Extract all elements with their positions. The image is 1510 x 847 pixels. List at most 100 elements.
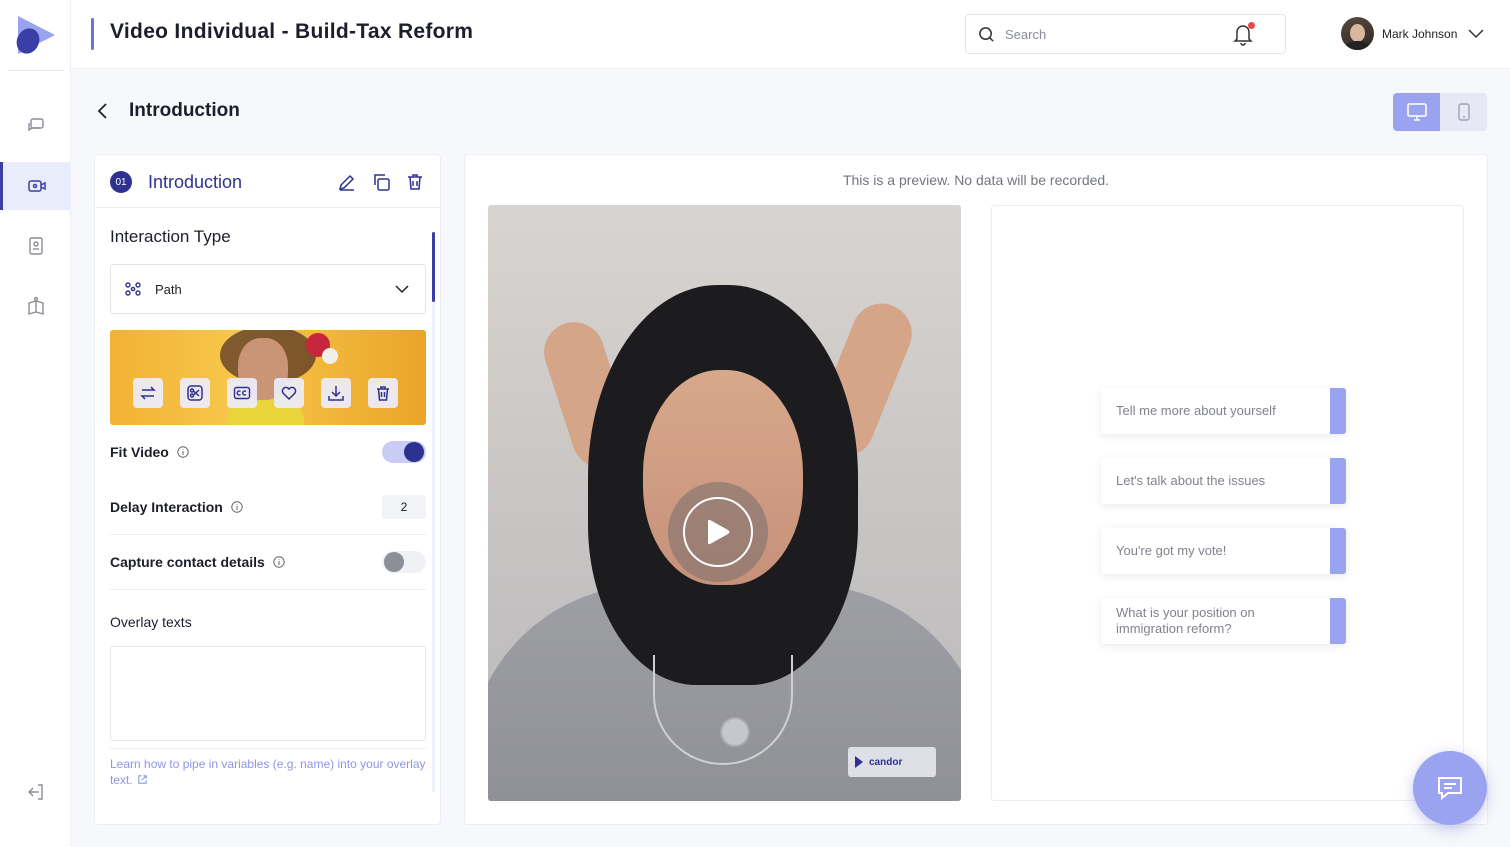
choice-button[interactable]: Tell me more about yourself xyxy=(1101,388,1346,434)
search-icon xyxy=(979,26,994,42)
logout-button[interactable] xyxy=(0,768,71,816)
title-accent-bar xyxy=(91,18,94,50)
capture-contact-label: Capture contact details xyxy=(110,554,265,570)
chevron-down-icon xyxy=(395,285,409,294)
choice-accent-bar xyxy=(1330,458,1346,504)
overlay-text-input[interactable] xyxy=(110,646,426,741)
captions-button[interactable] xyxy=(227,378,257,408)
chat-icon xyxy=(1438,777,1462,801)
sidebar-item-contacts[interactable] xyxy=(0,222,71,270)
cc-icon xyxy=(233,386,251,400)
trash-icon xyxy=(377,386,389,401)
swap-video-button[interactable] xyxy=(133,378,163,408)
capture-contact-row: Capture contact details xyxy=(110,537,426,587)
choice-text: What is your position on immigration ref… xyxy=(1116,605,1255,636)
top-bar: Video Individual - Build-Tax Reform Mark… xyxy=(71,0,1510,69)
sidebar xyxy=(0,0,71,847)
choices-area: Tell me more about yourself Let's talk a… xyxy=(991,205,1464,801)
panel-divider xyxy=(95,207,440,208)
delay-interaction-label: Delay Interaction xyxy=(110,499,223,515)
overlay-help-link[interactable]: Learn how to pipe in variables (e.g. nam… xyxy=(110,756,428,788)
pencil-icon xyxy=(338,174,355,191)
mobile-view-button[interactable] xyxy=(1440,93,1487,131)
delay-seconds-input[interactable]: 2 xyxy=(382,495,426,519)
brand-logo-icon xyxy=(855,756,863,768)
info-icon[interactable] xyxy=(231,501,243,513)
thumbnail-toolbar xyxy=(133,378,398,408)
video-player[interactable]: candor xyxy=(488,205,961,801)
heart-icon xyxy=(281,386,297,401)
interaction-type-label: Interaction Type xyxy=(110,227,231,246)
choice-accent-bar xyxy=(1330,598,1346,644)
desktop-view-button[interactable] xyxy=(1393,93,1440,131)
overlay-help-text: Learn how to pipe in variables (e.g. nam… xyxy=(110,757,426,787)
row-divider xyxy=(110,534,426,535)
trash-icon xyxy=(408,174,422,190)
notification-dot xyxy=(1248,22,1255,29)
fit-video-label: Fit Video xyxy=(110,444,169,460)
copy-icon xyxy=(374,174,390,191)
video-thumbnail[interactable] xyxy=(110,330,426,425)
duplicate-button[interactable] xyxy=(371,172,391,192)
step-title: Introduction xyxy=(148,172,243,192)
choice-button[interactable]: Let's talk about the issues xyxy=(1101,458,1346,504)
play-icon xyxy=(708,519,730,545)
step-actions xyxy=(337,172,425,192)
play-button[interactable] xyxy=(668,482,768,582)
delete-video-button[interactable] xyxy=(368,378,398,408)
support-chat-button[interactable] xyxy=(1413,751,1487,825)
row-divider xyxy=(110,748,426,749)
fit-video-toggle[interactable] xyxy=(382,441,426,463)
choice-text: Tell me more about yourself xyxy=(1116,403,1276,418)
download-icon xyxy=(328,386,344,401)
chat-bubbles-icon xyxy=(27,118,44,132)
info-icon[interactable] xyxy=(177,446,189,458)
page-title: Introduction xyxy=(129,100,240,121)
sidebar-item-videos[interactable] xyxy=(0,162,71,210)
choice-accent-bar xyxy=(1330,388,1346,434)
step-settings-panel: 01 Introduction Interaction Type Path Fi… xyxy=(94,154,441,825)
video-camera-icon xyxy=(28,180,46,192)
mobile-icon xyxy=(1457,103,1470,121)
user-name[interactable]: Mark Johnson xyxy=(1382,27,1457,41)
logout-icon xyxy=(27,784,43,800)
interaction-type-select[interactable]: Path xyxy=(110,264,426,314)
sidebar-item-library[interactable] xyxy=(0,282,71,330)
app-logo[interactable] xyxy=(12,12,58,58)
delay-interaction-row: Delay Interaction 2 xyxy=(110,482,426,532)
edit-button[interactable] xyxy=(337,172,357,192)
fit-video-row: Fit Video xyxy=(110,427,426,477)
sidebar-divider xyxy=(8,70,64,71)
brand-watermark: candor xyxy=(848,747,936,777)
choice-button[interactable]: You're got my vote! xyxy=(1101,528,1346,574)
path-nodes-icon xyxy=(125,282,141,296)
row-divider xyxy=(110,589,426,590)
preview-panel: This is a preview. No data will be recor… xyxy=(464,154,1488,825)
search-input[interactable] xyxy=(1005,26,1265,42)
favorite-button[interactable] xyxy=(274,378,304,408)
scrollbar-thumb[interactable] xyxy=(432,232,435,302)
back-arrow-icon[interactable] xyxy=(94,101,114,121)
info-icon[interactable] xyxy=(273,556,285,568)
step-number-badge: 01 xyxy=(110,171,132,193)
device-toggle xyxy=(1393,93,1487,131)
choice-text: Let's talk about the issues xyxy=(1116,473,1266,488)
download-button[interactable] xyxy=(321,378,351,408)
interaction-type-value: Path xyxy=(155,281,182,297)
external-link-icon xyxy=(137,775,147,784)
delete-button[interactable] xyxy=(405,172,425,192)
capture-contact-toggle[interactable] xyxy=(382,551,426,573)
avatar[interactable] xyxy=(1341,17,1374,50)
sidebar-item-conversations[interactable] xyxy=(0,102,71,150)
app-title: Video Individual - Build-Tax Reform xyxy=(110,20,474,43)
swap-arrows-icon xyxy=(140,386,156,400)
choice-text: You're got my vote! xyxy=(1116,543,1227,558)
desktop-icon xyxy=(1406,103,1427,121)
watermark-text: candor xyxy=(869,756,903,768)
choice-button[interactable]: What is your position on immigration ref… xyxy=(1101,598,1346,644)
trim-video-button[interactable] xyxy=(180,378,210,408)
chevron-down-icon[interactable] xyxy=(1467,26,1485,40)
scrollbar-track[interactable] xyxy=(432,232,435,792)
open-book-icon xyxy=(27,296,44,315)
scissors-icon xyxy=(187,385,203,401)
